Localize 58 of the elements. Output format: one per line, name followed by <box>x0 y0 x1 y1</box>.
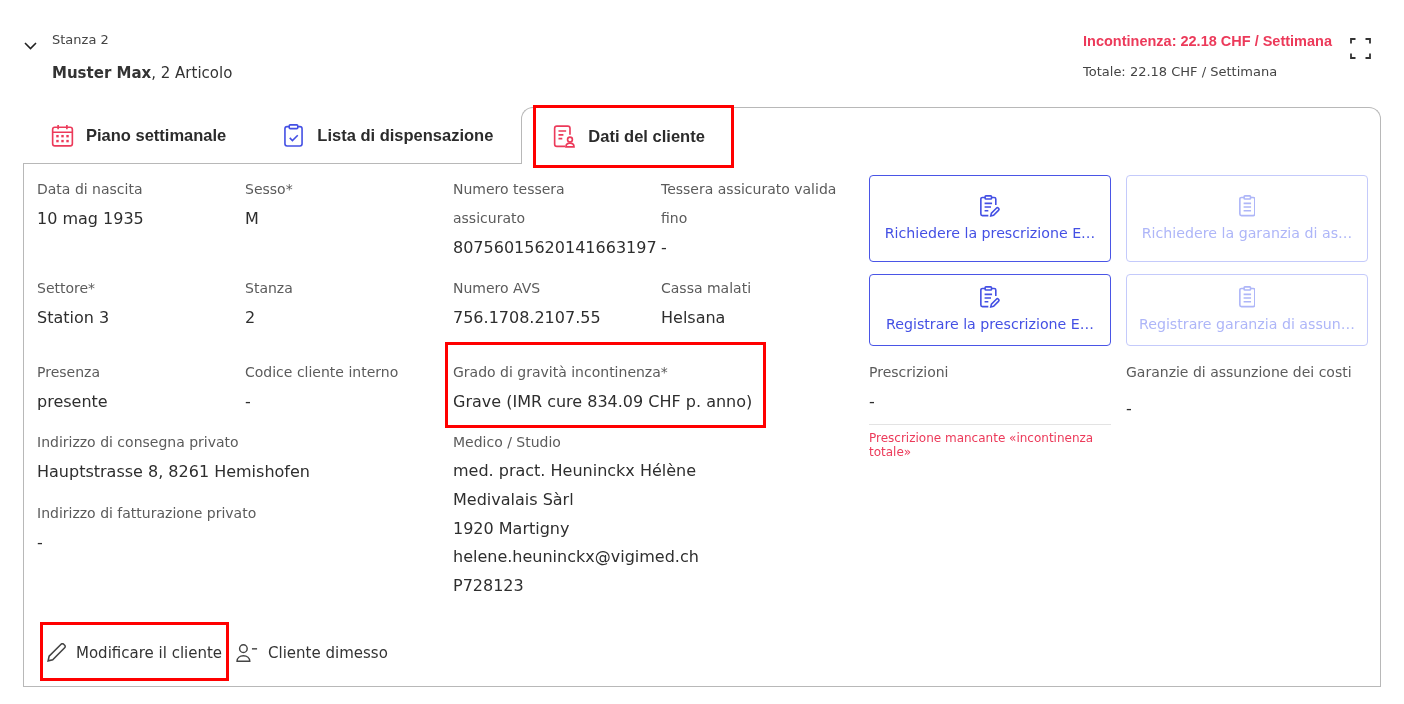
clipboard-icon <box>1238 194 1256 217</box>
field-value: 1920 Martigny <box>453 517 570 540</box>
tab[interactable]: Lista di dispensazione <box>254 107 522 164</box>
field-value: - <box>1126 398 1132 420</box>
pencil-icon <box>47 643 66 663</box>
field-label: Indirizzo di consegna privato <box>37 433 239 452</box>
edit-client-button[interactable]: Modificare il cliente <box>44 635 226 670</box>
clipboard-pencil-icon <box>980 286 1000 308</box>
action-button[interactable]: Registrare la prescrizione E… <box>869 274 1111 346</box>
field-value: Station 3 <box>37 307 110 329</box>
total-cost: Totale: 22.18 CHF / Settimana <box>1083 63 1278 81</box>
field-label: Grado di gravità incontinenza* <box>453 363 668 382</box>
client-name: Muster Max, 2 Articolo <box>52 63 233 84</box>
field-value: Hauptstrasse 8, 8261 Hemishofen <box>37 461 310 483</box>
field-label: Prescrizioni <box>869 363 949 382</box>
action-button[interactable]: Richiedere la prescrizione E… <box>869 175 1111 262</box>
field-label: Medico / Studio <box>453 433 561 452</box>
field-value: M <box>245 208 259 230</box>
clipboard-pencil-icon <box>980 194 1000 217</box>
document-person-icon <box>553 124 577 148</box>
field-label: Stanza <box>245 279 293 298</box>
field-value: 756.1708.2107.55 <box>453 307 601 329</box>
field-label: Tessera assicurato valida fino <box>661 180 838 228</box>
field-label: Presenza <box>37 363 100 382</box>
fullscreen-icon[interactable] <box>1350 38 1371 59</box>
field-value: Medivalais Sàrl <box>453 488 574 511</box>
person-minus-icon <box>236 643 259 662</box>
field-value: - <box>869 391 875 413</box>
discharge-client-button[interactable]: Cliente dimesso <box>233 635 391 670</box>
field-value: helene.heuninckx@vigimed.ch <box>453 546 699 569</box>
field-value: Grave (IMR cure 834.09 CHF p. anno) <box>453 391 753 413</box>
field-value: 80756015620141663197 <box>453 237 657 259</box>
warning-text: Prescrizione mancante «incontinenza totale» <box>869 431 1095 459</box>
calendar-icon <box>51 123 74 147</box>
field-label: Garanzie di assunzione dei costi <box>1126 363 1352 382</box>
field-label: Data di nascita <box>37 180 143 199</box>
field-value: presente <box>37 391 108 413</box>
field-value: med. pract. Heuninckx Hélène <box>453 460 697 482</box>
field-label: Cassa malati <box>661 279 752 298</box>
field-value: - <box>661 237 667 259</box>
clipboard-icon <box>1238 286 1256 308</box>
field-value: P728123 <box>453 575 524 597</box>
field-value: 2 <box>245 307 256 329</box>
clipboard-check-icon <box>282 123 306 147</box>
field-value: Helsana <box>661 307 726 329</box>
field-label: Codice cliente interno <box>245 363 399 382</box>
field-label: Sesso* <box>245 180 293 199</box>
room-label: Stanza 2 <box>52 31 109 49</box>
field-label: Indirizzo di fatturazione privato <box>37 504 257 523</box>
tab[interactable]: Piano settimanale <box>23 107 255 164</box>
incontinence-cost: Incontinenza: 22.18 CHF / Settimana <box>1083 32 1332 51</box>
field-value: - <box>245 391 251 413</box>
field-label: Settore* <box>37 279 96 298</box>
field-value: 10 mag 1935 <box>37 208 144 230</box>
field-label: Numero tessera assicurato <box>453 180 566 228</box>
chevron-down-icon[interactable] <box>24 42 37 50</box>
field-label: Numero AVS <box>453 279 541 298</box>
field-value: - <box>37 532 43 554</box>
